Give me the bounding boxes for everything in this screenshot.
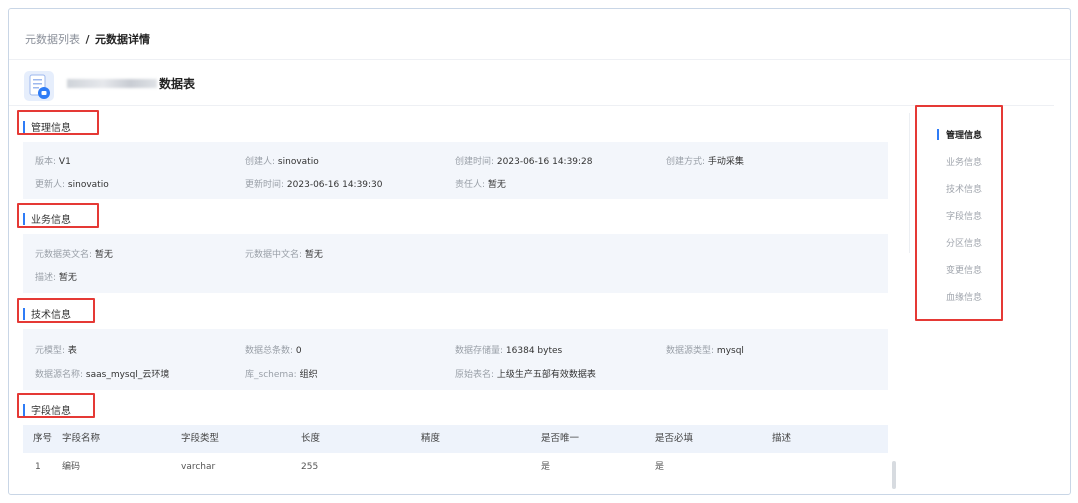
anchor-item-manage[interactable]: 管理信息 (937, 121, 982, 148)
table-name: 数据表 (67, 75, 195, 92)
cell-field-type: varchar (181, 462, 216, 472)
info-create-method: 创建方式: 手动采集 (666, 157, 744, 167)
info-english-name: 元数据英文名: 暂无 (35, 250, 113, 260)
fields-table: 序号 字段名称 字段类型 长度 精度 是否唯一 是否必填 描述 1 编码 var… (23, 425, 888, 481)
title-divider (9, 105, 1054, 106)
column-header: 字段类型 (181, 433, 220, 444)
metadata-detail-page: 元数据列表 / 元数据详情 数据表 管理信息 版本: V1 创建人: sinov… (8, 8, 1071, 495)
masked-table-prefix (67, 79, 157, 88)
manage-info-panel: 版本: V1 创建人: sinovatio 创建时间: 2023-06-16 1… (23, 142, 888, 199)
column-header: 长度 (301, 433, 321, 444)
anchor-item-partition[interactable]: 分区信息 (937, 229, 982, 256)
anchor-item-tech[interactable]: 技术信息 (937, 175, 982, 202)
cell-unique: 是 (541, 462, 551, 472)
highlight-box-manage (17, 110, 99, 135)
info-row-count: 数据总条数: 0 (245, 346, 302, 356)
highlight-box-business (17, 203, 99, 228)
info-source-type: 数据源类型: mysql (666, 346, 744, 356)
info-schema: 库_schema: 组织 (245, 370, 318, 380)
business-info-panel: 元数据英文名: 暂无 元数据中文名: 暂无 描述: 暂无 (23, 234, 888, 293)
info-source-name: 数据源名称: saas_mysql_云环境 (35, 370, 170, 380)
table-scrollbar[interactable] (892, 461, 896, 489)
info-description: 描述: 暂无 (35, 273, 77, 283)
column-header: 是否必填 (655, 433, 694, 444)
anchor-item-business[interactable]: 业务信息 (937, 148, 982, 175)
column-header: 是否唯一 (541, 433, 580, 444)
breadcrumb-current: 元数据详情 (95, 33, 151, 46)
info-version: 版本: V1 (35, 157, 71, 167)
header-divider (9, 59, 1070, 60)
table-row[interactable]: 1 编码 varchar 255 是 是 (23, 453, 888, 481)
info-updater: 更新人: sinovatio (35, 180, 109, 190)
highlight-box-fields (17, 393, 95, 418)
breadcrumb-separator: / (85, 33, 90, 46)
table-name-suffix: 数据表 (159, 77, 196, 91)
active-marker (937, 129, 939, 140)
info-created-time: 创建时间: 2023-06-16 14:39:28 (455, 157, 593, 167)
cell-field-name: 编码 (62, 462, 81, 472)
table-document-icon (23, 70, 55, 102)
tech-info-panel: 元模型: 表 数据总条数: 0 数据存储量: 16384 bytes 数据源类型… (23, 329, 888, 390)
anchor-item-fields[interactable]: 字段信息 (937, 202, 982, 229)
cell-index: 1 (35, 462, 41, 472)
highlight-box-tech (17, 298, 95, 323)
column-header: 序号 (33, 433, 53, 444)
anchor-item-change[interactable]: 变更信息 (937, 256, 982, 283)
breadcrumb-link-metadata-list[interactable]: 元数据列表 (25, 33, 80, 46)
table-header-row: 序号 字段名称 字段类型 长度 精度 是否唯一 是否必填 描述 (23, 425, 888, 453)
info-updated-time: 更新时间: 2023-06-16 14:39:30 (245, 180, 383, 190)
column-header: 精度 (421, 433, 441, 444)
anchor-nav: 管理信息 业务信息 技术信息 字段信息 分区信息 变更信息 血缘信息 (937, 121, 982, 310)
info-owner: 责任人: 暂无 (455, 180, 506, 190)
cell-required: 是 (655, 462, 665, 472)
anchor-item-lineage[interactable]: 血缘信息 (937, 283, 982, 310)
info-meta-model: 元模型: 表 (35, 346, 77, 356)
info-storage-size: 数据存储量: 16384 bytes (455, 346, 563, 356)
cell-length: 255 (301, 462, 319, 472)
info-chinese-name: 元数据中文名: 暂无 (245, 250, 323, 260)
info-original-table: 原始表名: 上级生产五部有效数据表 (455, 370, 596, 380)
anchor-divider (909, 113, 910, 253)
breadcrumb: 元数据列表 / 元数据详情 (25, 31, 150, 47)
info-creator: 创建人: sinovatio (245, 157, 319, 167)
column-header: 描述 (772, 433, 792, 444)
column-header: 字段名称 (62, 433, 101, 444)
